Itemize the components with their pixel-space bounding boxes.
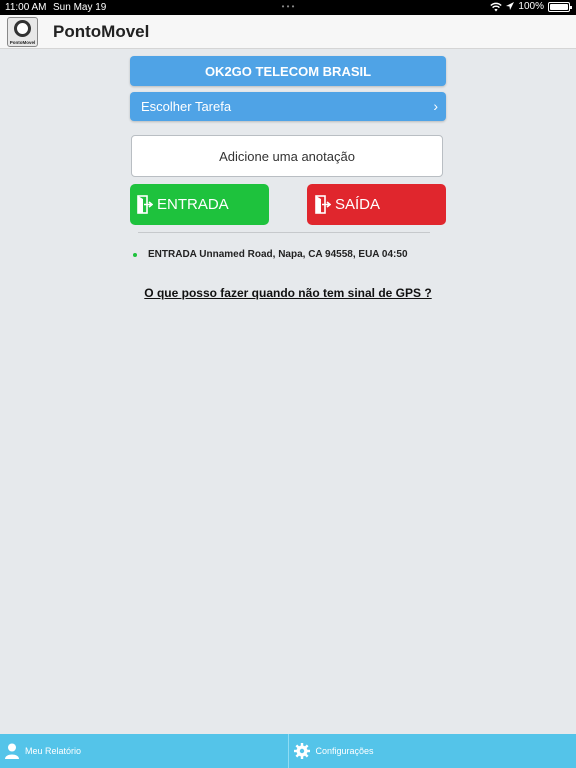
tab-settings-label: Configurações	[315, 746, 374, 756]
multitask-dots-icon: • • •	[281, 2, 295, 11]
choose-task-label: Escolher Tarefa	[141, 99, 232, 114]
logo-text: PontoMovel	[9, 40, 36, 45]
annotation-field[interactable]: Adicione uma anotação	[131, 135, 443, 177]
exit-button[interactable]: SAÍDA	[307, 184, 446, 225]
status-dot-icon	[133, 252, 137, 257]
entry-button-label: ENTRADA	[157, 196, 229, 213]
record-text: ENTRADA Unnamed Road, Napa, CA 94558, EU…	[148, 249, 408, 260]
tab-my-report[interactable]: Meu Relatório	[0, 734, 289, 768]
wifi-icon	[490, 2, 503, 11]
person-icon	[5, 743, 19, 759]
battery-icon	[548, 1, 572, 12]
gear-icon	[293, 743, 310, 759]
app-title: PontoMovel	[53, 22, 150, 41]
app-logo: PontoMovel	[7, 17, 38, 47]
chevron-right-icon: ›	[433, 98, 438, 114]
battery-percent: 100%	[518, 1, 544, 12]
app-header: PontoMovel PontoMovel	[0, 15, 576, 49]
door-entry-icon	[137, 195, 153, 214]
tab-bar: Meu Relatório Configurações	[0, 734, 576, 768]
door-exit-icon	[315, 195, 331, 214]
status-date: Sun May 19	[53, 2, 107, 13]
choose-task-button[interactable]: Escolher Tarefa ›	[130, 92, 446, 121]
annotation-placeholder: Adicione uma anotação	[219, 148, 355, 164]
status-indicators: 100%	[490, 1, 572, 12]
status-time: 11:00 AM	[5, 2, 47, 13]
status-bar: 11:00 AM Sun May 19 • • • 100%	[0, 0, 576, 15]
tab-my-report-label: Meu Relatório	[25, 746, 82, 756]
gps-help-link[interactable]: O que posso fazer quando não tem sinal d…	[0, 286, 576, 300]
divider	[138, 232, 430, 233]
exit-button-label: SAÍDA	[335, 196, 381, 213]
location-arrow-icon	[506, 2, 515, 10]
company-button[interactable]: OK2GO TELECOM BRASIL	[130, 56, 446, 86]
list-item: ENTRADA Unnamed Road, Napa, CA 94558, EU…	[133, 249, 408, 260]
entry-button[interactable]: ENTRADA	[130, 184, 269, 225]
tab-settings[interactable]: Configurações	[289, 734, 576, 768]
